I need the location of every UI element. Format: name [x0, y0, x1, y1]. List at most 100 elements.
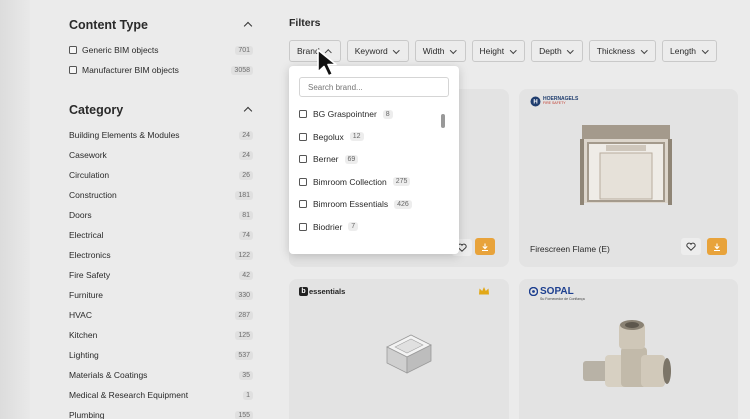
category-item[interactable]: Circulation 26 — [69, 165, 253, 185]
chevron-up-icon[interactable] — [243, 105, 253, 115]
category-label: Electrical — [69, 230, 104, 240]
category-count: 181 — [235, 190, 253, 200]
category-count: 1 — [243, 390, 253, 400]
brand-option[interactable]: Bimroom Collection 275 — [299, 171, 439, 194]
checkbox[interactable] — [69, 66, 77, 74]
content-type-title: Content Type — [69, 18, 148, 32]
product-card[interactable]: H HOERNAGELS FIRE SAFETY Firescreen Flam… — [519, 89, 738, 267]
favorite-button[interactable] — [681, 238, 701, 255]
filter-width-button[interactable]: Width — [414, 40, 466, 62]
download-button[interactable] — [475, 238, 495, 255]
filter-keyword-button[interactable]: Keyword — [346, 40, 409, 62]
category-title: Category — [69, 103, 124, 117]
svg-text:H: H — [533, 100, 537, 106]
option-count: 701 — [235, 45, 253, 55]
category-label: Doors — [69, 210, 92, 220]
category-item[interactable]: Electronics 122 — [69, 245, 253, 265]
chevron-down-icon — [640, 47, 648, 55]
brand-label: BG Graspointner — [313, 109, 377, 120]
brand-count: 12 — [349, 132, 364, 142]
brand-label: Biodrier — [313, 221, 343, 232]
brand-label: Begolux — [313, 131, 344, 142]
category-header[interactable]: Category — [69, 100, 253, 120]
content-type-option[interactable]: Manufacturer BIM objects 3058 — [69, 60, 253, 80]
category-item[interactable]: Furniture 330 — [69, 285, 253, 305]
content-type-header[interactable]: Content Type — [69, 15, 253, 35]
heart-icon — [686, 242, 696, 251]
filter-thickness-button[interactable]: Thickness — [588, 40, 657, 62]
category-item[interactable]: Plumbing 155 — [69, 405, 253, 419]
category-label: Circulation — [69, 170, 110, 180]
category-item[interactable]: Construction 181 — [69, 185, 253, 205]
product-card[interactable]: SOPAL Su Fornecedor de Confiança — [519, 279, 738, 419]
brand-option[interactable]: BG Graspointner 8 — [299, 103, 439, 126]
brand-logo: SOPAL Su Fornecedor de Confiança — [529, 286, 585, 301]
category-item[interactable]: Doors 81 — [69, 205, 253, 225]
dropdown-scrollbar[interactable] — [441, 114, 445, 128]
category-label: Medical & Research Equipment — [69, 390, 189, 400]
category-item[interactable]: Fire Safety 42 — [69, 265, 253, 285]
filter-label: Width — [422, 46, 445, 56]
category-item[interactable]: Casework 24 — [69, 145, 253, 165]
filters-title: Filters — [289, 17, 321, 29]
checkbox[interactable] — [299, 110, 307, 119]
download-icon — [482, 243, 488, 251]
filter-sidebar: Content Type Generic BIM objects 701 Man… — [69, 0, 253, 419]
brand-option[interactable]: Biodrier 7 — [299, 216, 439, 239]
download-button[interactable] — [707, 238, 727, 255]
checkbox[interactable] — [299, 132, 307, 141]
category-count: 330 — [235, 290, 253, 300]
category-count: 125 — [235, 330, 253, 340]
brand-count: 69 — [344, 154, 359, 164]
brand-option[interactable]: Bimroom Essentials 426 — [299, 193, 439, 216]
filter-length-button[interactable]: Length — [662, 40, 718, 62]
brand-prefix: b — [299, 287, 308, 296]
checkbox[interactable] — [299, 155, 307, 164]
category-item[interactable]: Materials & Coatings 35 — [69, 365, 253, 385]
brand-logo: H HOERNAGELS FIRE SAFETY — [530, 96, 578, 107]
category-item[interactable]: Lighting 537 — [69, 345, 253, 365]
category-label: Casework — [69, 150, 107, 160]
category-item[interactable]: Kitchen 125 — [69, 325, 253, 345]
category-item[interactable]: Medical & Research Equipment 1 — [69, 385, 253, 405]
brand-sub: Su Fornecedor de Confiança — [540, 297, 585, 301]
filter-height-button[interactable]: Height — [471, 40, 526, 62]
category-item[interactable]: Building Elements & Modules 24 — [69, 125, 253, 145]
brand-count: 7 — [348, 222, 359, 232]
category-count: 287 — [235, 310, 253, 320]
pipe-fitting-product-image — [583, 320, 671, 387]
category-label: Electronics — [69, 250, 111, 260]
filter-depth-button[interactable]: Depth — [531, 40, 583, 62]
card-title: Firescreen Flame (E) — [530, 244, 610, 254]
brand-option[interactable]: Berner 69 — [299, 148, 439, 171]
category-label: Materials & Coatings — [69, 370, 148, 380]
chevron-down-icon — [701, 47, 709, 55]
brand-sub: FIRE SAFETY — [543, 101, 566, 106]
brand-count: 275 — [392, 177, 411, 187]
category-item[interactable]: Electrical 74 — [69, 225, 253, 245]
category-count: 155 — [235, 410, 253, 419]
chevron-up-icon[interactable] — [243, 20, 253, 30]
category-label: HVAC — [69, 310, 92, 320]
checkbox[interactable] — [299, 222, 307, 231]
category-label: Fire Safety — [69, 270, 111, 280]
checkbox[interactable] — [299, 177, 307, 186]
category-label: Plumbing — [69, 410, 105, 419]
brand-label: Berner — [313, 154, 339, 165]
brand-logo: b essentials — [299, 287, 345, 296]
content-type-option[interactable]: Generic BIM objects 701 — [69, 40, 253, 60]
chevron-down-icon — [393, 47, 401, 55]
brand-option[interactable]: Begolux 12 — [299, 126, 439, 149]
firescreen-product-image — [580, 125, 672, 205]
checkbox[interactable] — [69, 46, 77, 54]
chevron-down-icon — [450, 47, 458, 55]
brand-search-input[interactable] — [299, 77, 449, 97]
category-count: 74 — [239, 230, 253, 240]
product-card[interactable]: b essentials — [289, 279, 509, 419]
category-item[interactable]: HVAC 287 — [69, 305, 253, 325]
filter-label: Height — [479, 46, 505, 56]
filter-label: Depth — [539, 46, 562, 56]
category-count: 122 — [235, 250, 253, 260]
option-count: 3058 — [231, 65, 253, 75]
checkbox[interactable] — [299, 200, 307, 209]
